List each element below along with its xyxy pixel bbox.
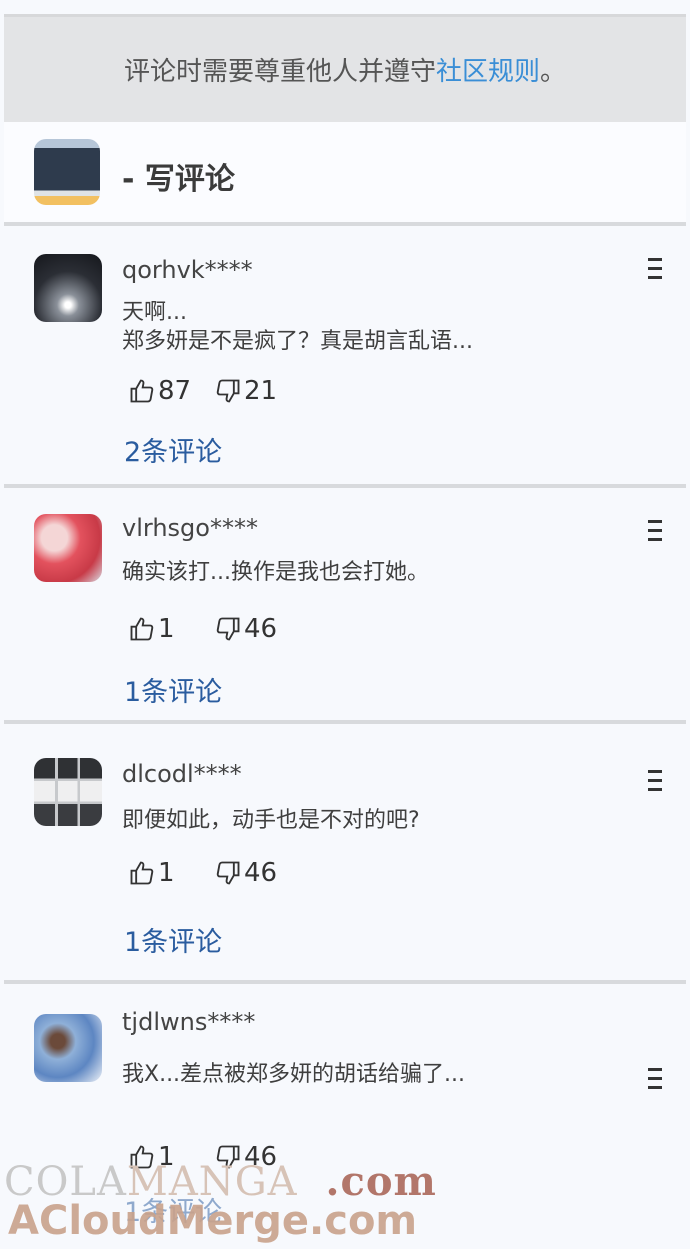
community-notice: 评论时需要尊重他人并遵守 社区规则 。 xyxy=(4,14,686,122)
replies-link[interactable]: 2条评论 xyxy=(124,430,222,469)
like-count: 1 xyxy=(158,614,175,644)
comment-text: 即便如此，动手也是不对的吧? xyxy=(122,808,420,833)
dislike-button[interactable]: 21 xyxy=(214,376,277,406)
replies-link[interactable]: 1条评论 xyxy=(124,920,222,959)
comment-text: 天啊... 郑多妍是不是疯了？真是胡言乱语... xyxy=(122,300,473,354)
thumbs-up-icon xyxy=(130,379,154,403)
comment-item: qorhvk**** 天啊... 郑多妍是不是疯了？真是胡言乱语... 87 2… xyxy=(4,226,686,484)
dislike-count: 21 xyxy=(244,376,278,406)
dislike-count: 46 xyxy=(244,858,278,888)
username: vlrhsgo**** xyxy=(122,514,258,542)
more-menu-icon[interactable] xyxy=(648,520,662,542)
write-comment-bar[interactable]: - 写评论 xyxy=(4,122,686,222)
community-rules-link[interactable]: 社区规则 xyxy=(436,51,540,88)
comment-text: 确实该打...换作是我也会打她。 xyxy=(122,560,429,585)
watermark-acloudmerge: ACloudMerge.com xyxy=(8,1198,418,1244)
username: qorhvk**** xyxy=(122,256,253,284)
like-button[interactable]: 87 xyxy=(128,376,191,406)
thumbs-down-icon xyxy=(216,379,240,403)
comment-item: dlcodl**** 即便如此，动手也是不对的吧? 1 46 1条评论 xyxy=(4,724,686,980)
avatar[interactable] xyxy=(34,254,102,322)
dislike-count: 46 xyxy=(244,614,278,644)
thumbs-down-icon xyxy=(216,617,240,641)
replies-link[interactable]: 1条评论 xyxy=(124,670,222,709)
dislike-button[interactable]: 46 xyxy=(214,858,277,888)
username: dlcodl**** xyxy=(122,760,242,788)
notice-end: 。 xyxy=(540,57,567,87)
write-comment-label[interactable]: - 写评论 xyxy=(122,154,235,198)
notice-text: 评论时需要尊重他人并遵守 xyxy=(123,57,436,87)
comment-item: vlrhsgo**** 确实该打...换作是我也会打她。 1 46 1条评论 xyxy=(4,488,686,720)
thumbs-down-icon xyxy=(216,861,240,885)
more-menu-icon[interactable] xyxy=(648,770,662,792)
more-menu-icon[interactable] xyxy=(648,1068,662,1090)
more-menu-icon[interactable] xyxy=(648,258,662,280)
dislike-button[interactable]: 46 xyxy=(214,614,277,644)
avatar[interactable] xyxy=(34,758,102,826)
thumbs-up-icon xyxy=(130,861,154,885)
like-count: 1 xyxy=(158,858,175,888)
comment-text: 我X...差点被郑多妍的胡话给骗了... xyxy=(122,1062,466,1087)
avatar[interactable] xyxy=(34,514,102,582)
thumbs-up-icon xyxy=(130,617,154,641)
like-button[interactable]: 1 xyxy=(128,614,175,644)
like-button[interactable]: 1 xyxy=(128,858,175,888)
avatar[interactable] xyxy=(34,1014,102,1082)
like-count: 87 xyxy=(158,376,192,406)
username: tjdlwns**** xyxy=(122,1008,256,1036)
book-cover-icon xyxy=(34,139,100,205)
